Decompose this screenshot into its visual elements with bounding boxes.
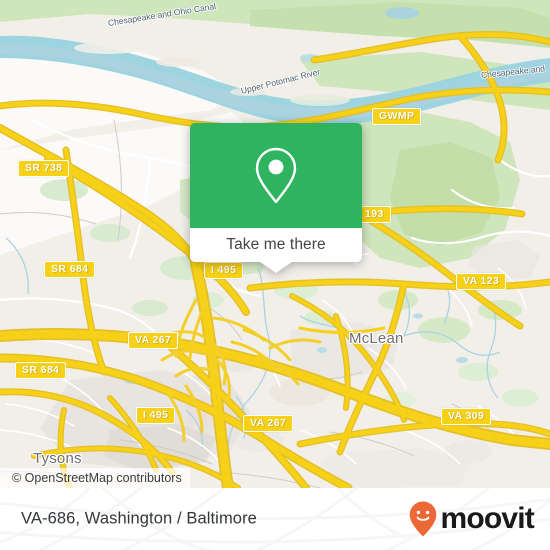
footer-bar: VA-686, Washington / Baltimore moovit — [0, 488, 550, 550]
moovit-wordmark: moovit — [440, 502, 534, 535]
popup-icon-area — [190, 123, 362, 228]
road-shield-gwmp[interactable]: GWMP — [372, 108, 422, 125]
road-shield-va-267[interactable]: VA 267 — [128, 332, 179, 349]
road-shield-va-267-2[interactable]: VA 267 — [243, 415, 294, 432]
road-shield-193[interactable]: 193 — [358, 206, 391, 223]
page-title: VA-686, Washington / Baltimore — [21, 509, 257, 528]
road-shield-sr-684-2[interactable]: SR 684 — [15, 362, 67, 379]
map-screenshot: Chesapeake and Ohio Canal Upper Potomac … — [0, 0, 550, 550]
moovit-pin-icon — [410, 501, 437, 537]
map-canvas[interactable]: Chesapeake and Ohio Canal Upper Potomac … — [0, 0, 550, 488]
popup-action-area[interactable]: Take me there — [190, 228, 362, 273]
map-pin-icon — [255, 147, 297, 203]
road-shield-va-309[interactable]: VA 309 — [441, 408, 492, 425]
take-me-there-label: Take me there — [226, 236, 326, 253]
location-popup-card[interactable]: Take me there — [190, 123, 362, 273]
popup-pointer-tail — [260, 262, 292, 273]
road-shield-va-123[interactable]: VA 123 — [456, 273, 507, 290]
road-shield-sr-738[interactable]: SR 738 — [18, 160, 70, 177]
road-shield-sr-684[interactable]: SR 684 — [44, 261, 96, 278]
moovit-logo[interactable]: moovit — [408, 500, 535, 538]
road-shield-i-495[interactable]: I 495 — [204, 262, 244, 279]
osm-attribution[interactable]: © OpenStreetMap contributors — [0, 468, 190, 488]
road-shield-i-495-2[interactable]: I 495 — [136, 407, 176, 424]
